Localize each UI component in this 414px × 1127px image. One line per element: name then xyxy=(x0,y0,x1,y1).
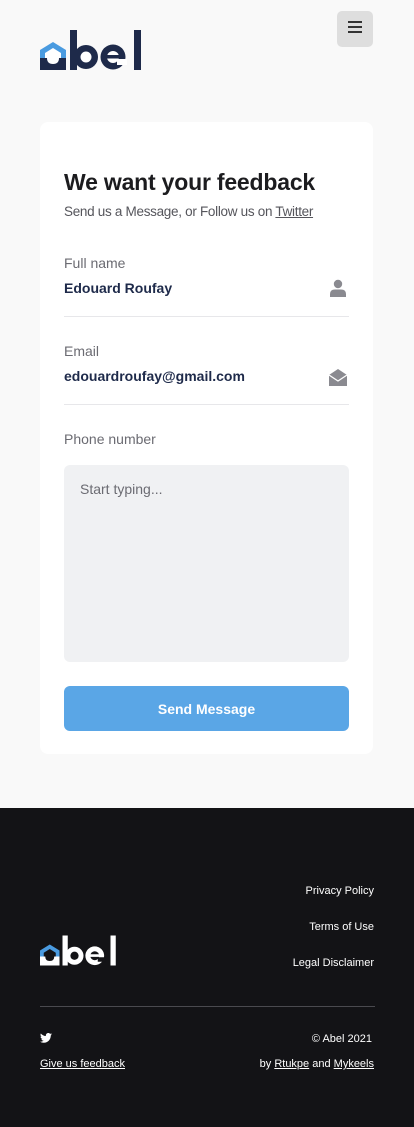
envelope-open-icon xyxy=(329,368,347,386)
privacy-policy-link[interactable]: Privacy Policy xyxy=(306,885,374,897)
send-message-button[interactable]: Send Message xyxy=(64,686,349,731)
mykeels-link[interactable]: Mykeels xyxy=(334,1058,374,1070)
header xyxy=(0,0,414,100)
field-divider xyxy=(64,404,349,405)
full-name-label: Full name xyxy=(64,255,126,271)
form-subtitle: Send us a Message, or Follow us on Twitt… xyxy=(64,204,313,219)
credits-and: and xyxy=(312,1058,331,1070)
menu-button[interactable] xyxy=(337,11,373,47)
credits: by Rtukpe and Mykeels xyxy=(260,1058,374,1070)
full-name-field[interactable]: Full name Edouard Roufay xyxy=(64,255,349,317)
footer-abel-logo[interactable] xyxy=(40,934,118,967)
footer: Privacy Policy Terms of Use Legal Discla… xyxy=(0,808,414,1127)
field-divider xyxy=(64,316,349,317)
full-name-value[interactable]: Edouard Roufay xyxy=(64,280,172,296)
phone-field: Phone number xyxy=(64,431,349,447)
message-textarea[interactable]: Start typing... xyxy=(64,465,349,662)
give-feedback-link[interactable]: Give us feedback xyxy=(40,1058,125,1070)
copyright: © Abel 2021 xyxy=(311,1033,372,1045)
phone-label: Phone number xyxy=(64,431,156,447)
twitter-link[interactable]: Twitter xyxy=(275,204,313,219)
subtitle-text: Send us a Message, or Follow us on xyxy=(64,204,273,219)
email-field[interactable]: Email edouardroufay@gmail.com xyxy=(64,343,349,405)
terms-of-use-link[interactable]: Terms of Use xyxy=(309,921,374,933)
abel-logo[interactable] xyxy=(40,28,144,72)
hamburger-icon xyxy=(348,20,362,38)
credits-prefix: by xyxy=(259,1058,272,1070)
email-value[interactable]: edouardroufay@gmail.com xyxy=(64,368,245,384)
feedback-card: We want your feedback Send us a Message,… xyxy=(40,122,373,754)
rtukpe-link[interactable]: Rtukpe xyxy=(274,1058,309,1070)
user-icon xyxy=(329,279,347,297)
footer-divider xyxy=(40,1006,375,1007)
email-label: Email xyxy=(64,343,100,359)
twitter-icon[interactable] xyxy=(40,1033,52,1043)
form-title: We want your feedback xyxy=(64,169,316,195)
legal-disclaimer-link[interactable]: Legal Disclaimer xyxy=(293,957,374,969)
